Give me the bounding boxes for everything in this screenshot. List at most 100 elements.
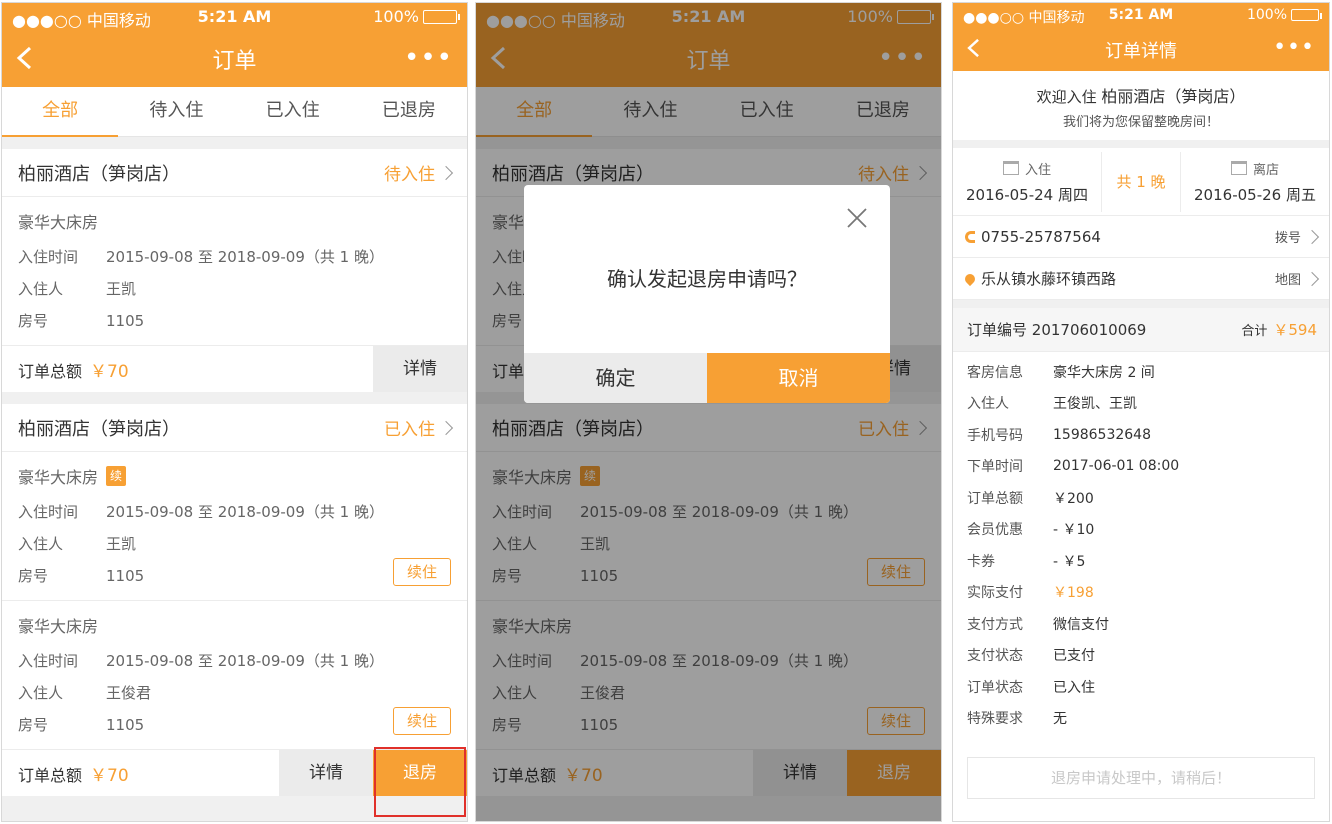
status-bar: ●●●○○ 中国移动 5:21 AM 100%: [2, 3, 467, 31]
tab-pending[interactable]: 待入住: [118, 87, 234, 136]
detail-row: 支付状态 已支付: [967, 648, 1095, 665]
room-item: 豪华大床房续 入住时间 2015-09-08 至 2018-09-09（共 1 晚…: [2, 452, 467, 601]
room-no-label: 房号: [18, 312, 49, 330]
calendar-icon: [1230, 161, 1247, 175]
extend-stay-button[interactable]: 续住: [393, 558, 451, 586]
checkin-date: 2016-05-24 周四: [966, 185, 1088, 204]
room-type: 豪华大床房: [18, 617, 99, 636]
address-row[interactable]: 乐从镇水藤环镇西路 地图: [953, 258, 1329, 300]
checkout-date: 2016-05-26 周五: [1194, 185, 1316, 204]
detail-row: 入住人 王俊凯、王凯: [967, 396, 1137, 413]
order-sum: 合计 ￥594: [1241, 321, 1317, 339]
battery-percent: 100%: [373, 7, 419, 26]
detail-row: 手机号码 15986532648: [967, 426, 1151, 444]
close-icon[interactable]: [846, 207, 868, 229]
carrier-label: ●●●○○ 中国移动: [963, 10, 1085, 26]
hotel-phone: 0755-25787564: [981, 227, 1101, 246]
checkin-dates: 2015-09-08 至 2018-09-09（共 1 晚）: [106, 503, 384, 521]
checkout-confirm-screen: ●●●○○ 中国移动 5:21 AM 100% 订单 ••• 全部 待入住 已入…: [475, 2, 942, 822]
chevron-right-icon: [1304, 271, 1320, 286]
hotel-name: 柏丽酒店（笋岗店）: [1101, 87, 1246, 106]
welcome-subtitle: 我们将为您保留整晚房间！: [1062, 115, 1219, 130]
order-total: 订单总额￥70: [18, 765, 129, 786]
detail-row: 客房信息 豪华大床房 2 间: [967, 364, 1155, 381]
order-card-footer: 订单总额￥70 详情: [2, 346, 467, 392]
order-number: 订单编号 201706010069: [967, 321, 1147, 339]
carrier-label: ●●●○○ 中国移动: [12, 11, 151, 30]
more-icon[interactable]: •••: [404, 45, 453, 71]
hotel-address: 乐从镇水藤环镇西路: [981, 270, 1117, 288]
room-number: 1105: [106, 716, 145, 734]
order-card: 柏丽酒店（笋岗店） 待入住 豪华大床房 入住时间 2015-09-08 至 201…: [2, 149, 467, 392]
extend-stay-button[interactable]: 续住: [393, 707, 451, 735]
guest-name: 王凯: [106, 280, 137, 298]
status-bar: ●●●○○ 中国移动 5:21 AM 100%: [953, 3, 1329, 29]
calendar-icon: [1002, 161, 1019, 175]
back-arrow-icon[interactable]: [14, 45, 36, 71]
checkin-label: 入住时间: [18, 248, 79, 266]
detail-row: 订单状态 已入住: [967, 679, 1095, 696]
room-number: 1105: [106, 567, 145, 585]
guest-name: 王俊君: [106, 684, 152, 702]
order-status: 已入住: [384, 415, 454, 440]
page-title: 订单: [212, 49, 257, 74]
order-card-header[interactable]: 柏丽酒店（笋岗店） 待入住: [2, 149, 467, 197]
room-item: 豪华大床房 入住时间 2015-09-08 至 2018-09-09（共 1 晚）…: [2, 601, 467, 750]
order-card-header[interactable]: 柏丽酒店（笋岗店） 已入住: [2, 404, 467, 452]
checkout-block: 离店 2016-05-26 周五: [1181, 159, 1329, 205]
confirm-button[interactable]: 确定: [524, 353, 707, 403]
room-no-label: 房号: [18, 567, 49, 585]
modal-overlay[interactable]: [476, 3, 941, 821]
more-icon[interactable]: •••: [1273, 35, 1315, 61]
cancel-button[interactable]: 取消: [707, 353, 890, 403]
guest-label: 入住人: [18, 684, 64, 702]
checkout-pending-button: 退房申请处理中，请稍后！: [967, 757, 1315, 799]
highlight-frame: [374, 747, 466, 817]
detail-row: 实际支付 ￥198: [967, 585, 1094, 602]
detail-button[interactable]: 详情: [279, 750, 373, 796]
section-divider: [953, 300, 1329, 308]
map-link[interactable]: 地图: [1275, 269, 1301, 288]
checkin-block: 入住 2016-05-24 周四: [953, 159, 1101, 205]
clock: 5:21 AM: [197, 7, 272, 26]
dialog-message: 确认发起退房申请吗？: [607, 267, 807, 291]
battery: 100%: [373, 7, 460, 26]
detail-row: 卡券 - ￥5: [967, 553, 1086, 570]
checkin-label: 入住时间: [18, 503, 79, 521]
dial-link[interactable]: 拨号: [1275, 227, 1301, 246]
battery: 100%: [1246, 7, 1322, 23]
stay-dates: 入住 2016-05-24 周四 共 1 晚 离店 2016-05-26 周五: [953, 148, 1329, 216]
battery-percent: 100%: [1246, 7, 1287, 23]
total-amount: ￥70: [90, 765, 129, 786]
phone-row[interactable]: 0755-25787564 拨号: [953, 216, 1329, 258]
hotel-name: 柏丽酒店（笋岗店）: [18, 163, 180, 185]
tab-checked-out[interactable]: 已退房: [351, 87, 467, 136]
order-status: 待入住: [384, 160, 454, 185]
detail-button[interactable]: 详情: [373, 346, 467, 392]
nav-bar: 订单 •••: [2, 31, 467, 87]
order-list-screen: ●●●○○ 中国移动 5:21 AM 100% 订单 ••• 全部 待入住 已入…: [1, 2, 468, 822]
sum-amount: ￥594: [1273, 321, 1317, 339]
room-item: 豪华大床房 入住时间 2015-09-08 至 2018-09-09（共 1 晚）…: [2, 197, 467, 346]
order-tabs: 全部 待入住 已入住 已退房: [2, 87, 467, 137]
detail-row: 订单总额 ￥200: [967, 490, 1094, 507]
back-arrow-icon[interactable]: [965, 37, 983, 59]
tab-checked-in[interactable]: 已入住: [235, 87, 351, 136]
chevron-right-icon: [438, 420, 454, 435]
confirm-dialog: 确认发起退房申请吗？ 确定 取消: [524, 185, 890, 403]
order-card: 柏丽酒店（笋岗店） 已入住 豪华大床房续 入住时间 2015-09-08 至 20…: [2, 404, 467, 796]
tab-all[interactable]: 全部: [2, 87, 119, 137]
detail-row: 支付方式 微信支付: [967, 616, 1109, 633]
nav-bar: 订单详情 •••: [953, 29, 1329, 71]
checkin-dates: 2015-09-08 至 2018-09-09（共 1 晚）: [106, 248, 384, 266]
chevron-right-icon: [1304, 229, 1320, 244]
hotel-name: 柏丽酒店（笋岗店）: [18, 418, 180, 440]
guest-name: 王凯: [106, 535, 137, 553]
room-no-label: 房号: [18, 716, 49, 734]
detail-row: 会员优惠 - ￥10: [967, 522, 1095, 539]
location-pin-icon: [962, 271, 978, 286]
extended-badge: 续: [106, 466, 127, 486]
order-summary: 订单编号 201706010069 合计 ￥594: [953, 308, 1329, 352]
welcome-banner: 欢迎入住 柏丽酒店（笋岗店） 我们将为您保留整晚房间！: [953, 71, 1329, 148]
detail-row: 下单时间 2017-06-01 08:00: [967, 458, 1180, 476]
